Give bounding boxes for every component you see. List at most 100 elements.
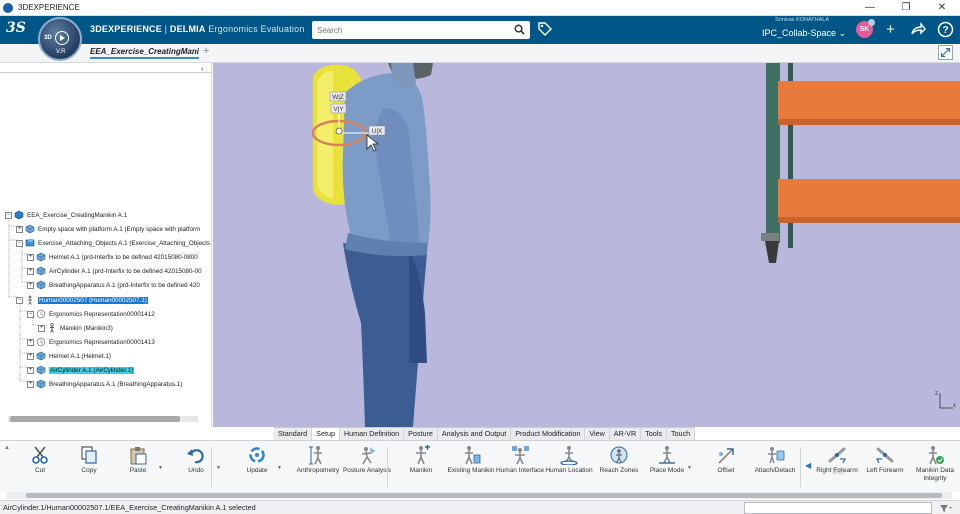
restore-button[interactable]: ❐ — [888, 0, 924, 16]
tree-node-label[interactable]: Manikin (Manikin3) — [60, 325, 113, 332]
search-input[interactable] — [312, 21, 502, 39]
compass-widget[interactable]: 3D V.R — [38, 17, 82, 61]
scrollbar-thumb[interactable] — [10, 416, 180, 422]
copy-button[interactable]: Copy — [62, 445, 116, 475]
tree-node[interactable]: − Ergonomics Representation00001412 — [27, 308, 155, 320]
expand-toggle-icon[interactable]: + — [27, 380, 34, 388]
section-tab-setup[interactable]: Setup — [312, 428, 340, 440]
tree-node[interactable]: − Human00002507 (Human00002507.1) — [16, 294, 148, 306]
tree-node-label[interactable]: AirCylinder A.1 (prd-Interfix to be defi… — [49, 268, 202, 275]
tree-node-label[interactable]: EEA_Exercise_CreatingManikin A.1 — [27, 212, 127, 219]
section-tab-tools[interactable]: Tools — [641, 428, 667, 440]
expand-toggle-icon[interactable]: + — [27, 366, 34, 374]
tree-node-label[interactable]: Helmet A.1 (prd-Interfix to be defined 4… — [49, 254, 198, 261]
scroll-left-arrow-icon[interactable]: ◀ — [805, 461, 811, 470]
expand-toggle-icon[interactable]: + — [38, 324, 45, 332]
section-tab-human-definition[interactable]: Human Definition — [340, 428, 405, 440]
search-box[interactable] — [312, 21, 530, 39]
human-location-button[interactable]: Human Location — [542, 445, 596, 475]
tree-node[interactable]: + AirCylinder A.1 (prd-Interfix to be def… — [27, 265, 202, 277]
expand-toggle-icon[interactable]: + — [27, 281, 34, 289]
dropdown-arrow-icon[interactable]: ▼ — [687, 465, 692, 471]
expand-toggle-icon[interactable]: − — [16, 239, 23, 247]
tree-node[interactable]: − Exercise_Attaching_Objects A.1 (Exercis… — [16, 237, 210, 249]
action-bar-scrollbar[interactable] — [6, 492, 952, 499]
dropdown-arrow-icon[interactable]: ▼ — [277, 465, 282, 471]
tree-node-label[interactable]: BreathingApparatus A.1 (BreathingApparat… — [49, 381, 182, 388]
anthropometry-button[interactable]: Anthropometry — [291, 445, 345, 475]
action-bar-collapse-icon[interactable]: ▲ — [4, 445, 10, 451]
section-tab-ar-vr[interactable]: AR-VR — [610, 428, 642, 440]
place-mode-button[interactable]: Place Mode ▼ — [640, 445, 694, 475]
section-tab-analysis-and-output[interactable]: Analysis and Output — [438, 428, 512, 440]
ds-logo-icon[interactable]: 3S — [6, 20, 32, 40]
update-button[interactable]: Update ▼ — [230, 445, 284, 475]
tree-node[interactable]: + BreathingApparatus A.1 (prd-Interfix to… — [27, 279, 200, 291]
share-icon[interactable] — [909, 21, 926, 38]
3d-scene[interactable]: W|Z V|Y U|X x z — [213, 63, 960, 427]
tree-node-label[interactable]: Ergonomics Representation00001412 — [49, 311, 155, 318]
section-tab-product-modification[interactable]: Product Modification — [511, 428, 586, 440]
tree-node[interactable]: + Helmet A.1 (prd-Interfix to be defined … — [27, 251, 198, 263]
expand-toggle-icon[interactable]: + — [27, 338, 34, 346]
tree-node-label[interactable]: BreathingApparatus A.1 (prd-Interfix to … — [49, 282, 200, 289]
maximize-viewport-icon[interactable] — [938, 45, 953, 60]
dropdown-arrow-icon[interactable]: ▼ — [158, 465, 163, 471]
close-button[interactable]: ✕ — [924, 0, 960, 16]
expand-toggle-icon[interactable]: − — [27, 310, 34, 318]
manikin-data-integrity-button[interactable]: Manikin Data Integrity — [908, 445, 960, 483]
reach-zones-button[interactable]: Reach Zones — [592, 445, 646, 475]
tree-node[interactable]: + BreathingApparatus A.1 (BreathingAppara… — [27, 378, 182, 390]
human-interface-button[interactable]: Human Interface — [493, 445, 547, 475]
tree-node[interactable]: + Ergonomics Representation00001413 — [27, 336, 155, 348]
tree-node-label[interactable]: AirCylinder A.1 (AirCylinder.1) — [49, 366, 135, 374]
manikin-model[interactable] — [342, 63, 431, 427]
section-tab-posture[interactable]: Posture — [404, 428, 438, 440]
window-controls: — ❐ ✕ — [852, 0, 960, 16]
existing-manikin-button[interactable]: Existing Manikin — [444, 445, 498, 475]
section-tab-standard[interactable]: Standard — [274, 428, 313, 440]
posture-analysis-button[interactable]: Posture Analysis — [340, 445, 394, 475]
tree-node-label[interactable]: Helmet A.1 (Helmet.1) — [49, 353, 111, 360]
command-input[interactable] — [744, 502, 932, 514]
expand-toggle-icon[interactable]: − — [5, 211, 12, 219]
minimize-button[interactable]: — — [852, 0, 888, 16]
search-icon[interactable] — [514, 24, 525, 35]
expand-toggle-icon[interactable]: + — [27, 352, 34, 360]
expand-toggle-icon[interactable]: + — [27, 253, 34, 261]
cut-button[interactable]: Cut — [13, 445, 67, 475]
tree-node[interactable]: − EEA_Exercise_CreatingManikin A.1 — [5, 209, 127, 221]
filter-icon[interactable] — [938, 503, 954, 513]
section-tab-touch[interactable]: Touch — [667, 428, 696, 440]
3d-viewport[interactable]: W|Z V|Y U|X x z — [213, 63, 960, 427]
tree-horizontal-scrollbar[interactable] — [8, 416, 198, 422]
add-icon[interactable]: + — [882, 21, 899, 38]
tree-node-label[interactable]: Exercise_Attaching_Objects A.1 (Exercise… — [38, 240, 210, 247]
tree-node[interactable]: + Manikin (Manikin3) — [38, 322, 113, 334]
offset-button[interactable]: Offset — [699, 445, 753, 475]
scrollbar-thumb[interactable] — [26, 493, 942, 498]
tree-node[interactable]: + AirCylinder A.1 (AirCylinder.1) — [27, 364, 135, 376]
tag-icon[interactable] — [537, 21, 553, 37]
expand-toggle-icon[interactable]: + — [27, 267, 34, 275]
play-icon[interactable] — [55, 31, 69, 45]
tree-node[interactable]: + Helmet A.1 (Helmet.1) — [27, 350, 111, 362]
section-tab-view[interactable]: View — [585, 428, 610, 440]
dropdown-arrow-icon[interactable]: ▼ — [216, 465, 221, 471]
tab-document[interactable]: EEA_Exercise_CreatingMani — [90, 47, 199, 59]
tree-node-label[interactable]: Empty space with platform A.1 (Empty spa… — [38, 226, 200, 233]
tree-node-label[interactable]: Ergonomics Representation00001413 — [49, 339, 155, 346]
attach-detach-button[interactable]: Attach/Detach — [748, 445, 802, 475]
manikin-button[interactable]: Manikin — [394, 445, 448, 475]
rack-structure-model[interactable] — [761, 63, 960, 263]
collab-space-selector[interactable]: IPC_Collab-Space ⌄ — [762, 28, 846, 39]
left-forearm-button[interactable]: Left Forearm — [858, 445, 912, 475]
add-tab-button[interactable]: + — [203, 45, 209, 57]
tree-node[interactable]: + Empty space with platform A.1 (Empty sp… — [16, 223, 200, 235]
paste-button[interactable]: Paste ▼ — [111, 445, 165, 475]
undo-button[interactable]: Undo ▼ — [169, 445, 223, 475]
expand-toggle-icon[interactable]: + — [16, 225, 23, 233]
expand-toggle-icon[interactable]: − — [16, 296, 23, 304]
help-icon[interactable]: ? — [937, 21, 954, 38]
tree-node-label[interactable]: Human00002507 (Human00002507.1) — [38, 296, 148, 304]
